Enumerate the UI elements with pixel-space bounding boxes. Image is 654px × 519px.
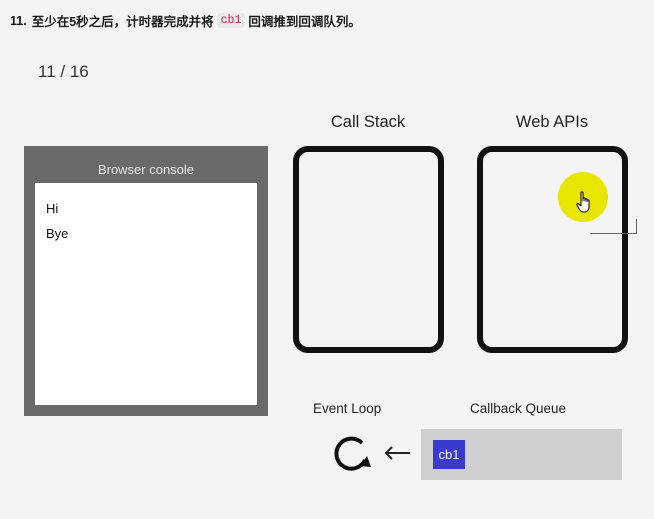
- arrow-left-icon: [384, 446, 410, 460]
- callback-queue: cb1: [421, 429, 622, 480]
- step-number: 11.: [10, 13, 27, 28]
- call-stack-title: Call Stack: [330, 113, 406, 131]
- call-stack-panel: [293, 146, 444, 353]
- refresh-loop-icon: [334, 436, 371, 471]
- step-text-before: 至少在5秒之后，计时器完成并将: [31, 15, 214, 29]
- event-loop-label: Event Loop: [313, 401, 382, 416]
- web-apis-panel: [477, 146, 628, 353]
- step-code: cb1: [216, 13, 246, 28]
- browser-console-output: Hi Bye: [35, 183, 257, 405]
- callback-queue-label: Callback Queue: [470, 401, 567, 416]
- browser-console: Browser console Hi Bye: [24, 146, 268, 416]
- console-line: Hi: [46, 201, 59, 216]
- slide-counter: 11 / 16: [38, 62, 89, 81]
- web-apis-title: Web APIs: [515, 113, 589, 131]
- step-text-after: 回调推到回调队列。: [248, 15, 361, 29]
- callback-item: cb1: [433, 440, 465, 469]
- divider-line: [590, 219, 637, 234]
- hand-pointer-icon: [576, 191, 590, 213]
- browser-console-title: Browser console: [97, 162, 195, 177]
- console-line: Bye: [46, 226, 69, 241]
- step-heading: 11. 至少在5秒之后，计时器完成并将 cb1 回调推到回调队列。: [10, 11, 361, 30]
